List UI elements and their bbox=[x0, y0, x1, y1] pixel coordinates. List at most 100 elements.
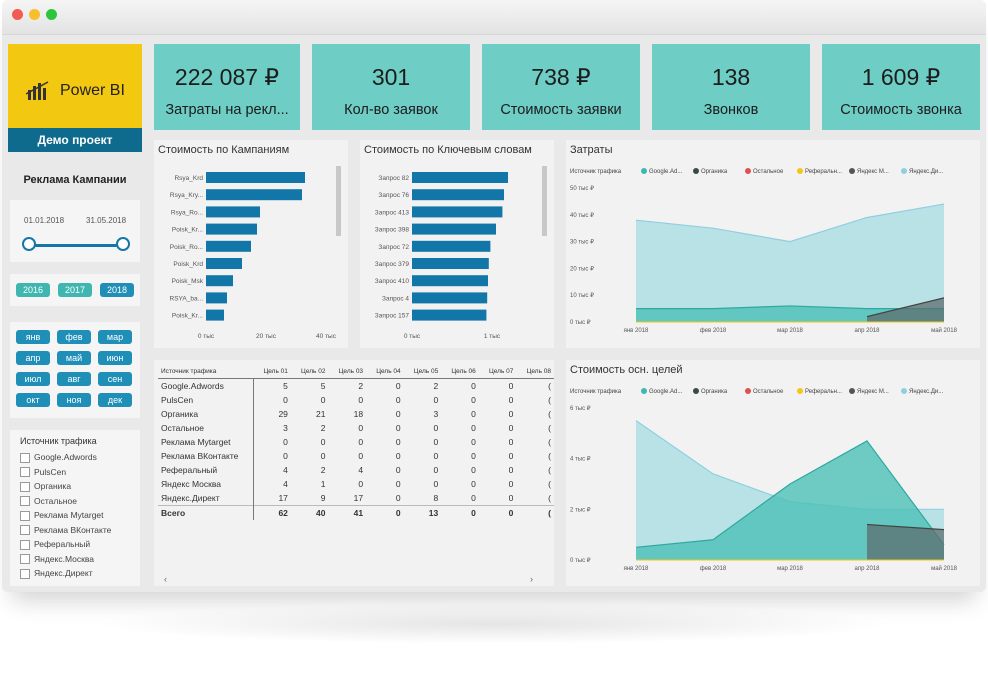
bar[interactable] bbox=[206, 309, 224, 321]
legend-label[interactable]: Органика bbox=[701, 389, 728, 395]
legend-label[interactable]: Google.Ad... bbox=[649, 169, 683, 175]
legend-label[interactable]: Яндекс М... bbox=[857, 389, 889, 395]
bar[interactable] bbox=[412, 309, 487, 321]
legend-label[interactable]: Реферальн... bbox=[805, 169, 842, 175]
legend-label[interactable]: Яндекс.Ди... bbox=[909, 169, 944, 175]
table-row[interactable]: PulsCen 0 0 0 0 0 0 0 ( bbox=[158, 393, 554, 407]
traffic-filter-item[interactable]: PulsCen bbox=[20, 467, 111, 482]
legend-label[interactable]: Остальное bbox=[753, 169, 784, 175]
table-header[interactable]: Цель 07 bbox=[478, 364, 517, 379]
month-button[interactable]: фев bbox=[57, 330, 91, 344]
legend-label[interactable]: Остальное bbox=[753, 389, 784, 395]
checkbox-icon[interactable] bbox=[20, 496, 30, 507]
traffic-filter-item[interactable]: Реферальный bbox=[20, 539, 111, 554]
table-header[interactable]: Цель 03 bbox=[328, 364, 367, 379]
bar[interactable] bbox=[412, 189, 504, 201]
table-header[interactable]: Цель 01 bbox=[253, 364, 291, 379]
bar[interactable] bbox=[206, 240, 251, 252]
month-button[interactable]: авг bbox=[57, 372, 91, 386]
date-start[interactable]: 01.01.2018 bbox=[24, 216, 64, 225]
bar[interactable] bbox=[412, 292, 488, 304]
bar[interactable] bbox=[206, 292, 227, 304]
traffic-filter-item[interactable]: Google.Adwords bbox=[20, 452, 111, 467]
close-window-button[interactable] bbox=[12, 9, 23, 20]
x-tick-label: 20 тыс bbox=[256, 333, 277, 340]
table-row[interactable]: Всего 62 40 41 0 13 0 0( bbox=[158, 505, 554, 520]
legend-label[interactable]: Органика bbox=[701, 169, 728, 175]
maximize-window-button[interactable] bbox=[46, 9, 57, 20]
traffic-filter-item[interactable]: Яндекс.Директ bbox=[20, 568, 111, 583]
date-slider-end-handle[interactable] bbox=[116, 237, 130, 251]
table-row[interactable]: Реклама Mytarget 0 0 0 0 0 0 0 ( bbox=[158, 435, 554, 449]
table-header[interactable]: Цель 08 bbox=[516, 364, 554, 379]
table-row[interactable]: Органика 29 21 18 0 3 0 0 ( bbox=[158, 407, 554, 421]
table-cell: 0 bbox=[471, 381, 476, 391]
checkbox-icon[interactable] bbox=[20, 554, 30, 565]
table-header[interactable]: Цель 02 bbox=[290, 364, 329, 379]
minimize-window-button[interactable] bbox=[29, 9, 40, 20]
bar[interactable] bbox=[412, 275, 488, 287]
table-row[interactable]: Яндекс Москва 4 1 0 0 0 0 0 ( bbox=[158, 477, 554, 491]
month-button[interactable]: ноя bbox=[57, 393, 91, 407]
table-header[interactable]: Цель 05 bbox=[403, 364, 442, 379]
month-button[interactable]: июл bbox=[16, 372, 50, 386]
table-row[interactable]: Яндекс.Директ 17 9 17 0 8 0 0 ( bbox=[158, 491, 554, 506]
checkbox-icon[interactable] bbox=[20, 481, 30, 492]
table-row[interactable]: Реклама ВКонтакте 0 0 0 0 0 0 0 ( bbox=[158, 449, 554, 463]
table-cell: 0 bbox=[508, 465, 514, 475]
table-cell: 3 bbox=[283, 423, 288, 433]
month-button[interactable]: окт bbox=[16, 393, 50, 407]
month-button[interactable]: дек bbox=[98, 393, 132, 407]
table-header[interactable]: Цель 04 bbox=[366, 364, 404, 379]
traffic-filter-item[interactable]: Реклама ВКонтакте bbox=[20, 525, 111, 540]
bar[interactable] bbox=[412, 240, 491, 252]
scroll-right-icon[interactable]: › bbox=[530, 574, 533, 584]
year-2016-button[interactable]: 2016 bbox=[16, 283, 50, 297]
month-button[interactable]: мар bbox=[98, 330, 132, 344]
date-slider-start-handle[interactable] bbox=[22, 237, 36, 251]
legend-label[interactable]: Яндекс.Ди... bbox=[909, 389, 944, 395]
year-2017-button[interactable]: 2017 bbox=[58, 283, 92, 297]
year-2018-button[interactable]: 2018 bbox=[100, 283, 134, 297]
legend-label[interactable]: Google.Ad... bbox=[649, 389, 683, 395]
bar[interactable] bbox=[412, 172, 508, 183]
checkbox-icon[interactable] bbox=[20, 452, 30, 463]
legend-label[interactable]: Яндекс М... bbox=[857, 169, 889, 175]
traffic-filter-item[interactable]: Яндекс.Москва bbox=[20, 554, 111, 569]
bar[interactable] bbox=[206, 172, 305, 183]
scrollbar[interactable] bbox=[336, 166, 341, 236]
table-header[interactable]: Цель 06 bbox=[441, 364, 479, 379]
bar[interactable] bbox=[412, 206, 503, 218]
area-series[interactable] bbox=[867, 524, 944, 560]
area-series[interactable] bbox=[636, 204, 944, 322]
checkbox-icon[interactable] bbox=[20, 539, 30, 550]
month-button[interactable]: янв bbox=[16, 330, 50, 344]
bar[interactable] bbox=[412, 258, 489, 269]
bar[interactable] bbox=[206, 189, 302, 201]
bar[interactable] bbox=[206, 275, 233, 287]
month-button[interactable]: июн bbox=[98, 351, 132, 365]
table-row[interactable]: Остальное 3 2 0 0 0 0 0 ( bbox=[158, 421, 554, 435]
traffic-filter-item[interactable]: Остальное bbox=[20, 496, 111, 511]
legend-label[interactable]: Реферальн... bbox=[805, 389, 842, 395]
scroll-left-icon[interactable]: ‹ bbox=[164, 574, 167, 584]
month-button[interactable]: апр bbox=[16, 351, 50, 365]
bar[interactable] bbox=[206, 258, 242, 269]
date-end[interactable]: 31.05.2018 bbox=[86, 216, 126, 225]
checkbox-icon[interactable] bbox=[20, 525, 30, 536]
table-header[interactable]: Источник трафика bbox=[158, 364, 254, 379]
month-button[interactable]: сен bbox=[98, 372, 132, 386]
bar[interactable] bbox=[206, 206, 260, 218]
traffic-filter-item[interactable]: Органика bbox=[20, 481, 111, 496]
traffic-filter-item[interactable]: Реклама Mytarget bbox=[20, 510, 111, 525]
month-button[interactable]: май bbox=[57, 351, 91, 365]
checkbox-icon[interactable] bbox=[20, 568, 30, 579]
table-row[interactable]: Реферальный 4 2 4 0 0 0 0 ( bbox=[158, 463, 554, 477]
checkbox-icon[interactable] bbox=[20, 467, 30, 478]
bar[interactable] bbox=[206, 223, 257, 235]
table-row[interactable]: Google.Adwords 5 5 2 0 2 0 0 ( bbox=[158, 378, 554, 393]
checkbox-icon[interactable] bbox=[20, 510, 30, 521]
bar[interactable] bbox=[412, 223, 496, 235]
date-slider-track[interactable] bbox=[28, 244, 124, 247]
scrollbar[interactable] bbox=[542, 166, 547, 236]
